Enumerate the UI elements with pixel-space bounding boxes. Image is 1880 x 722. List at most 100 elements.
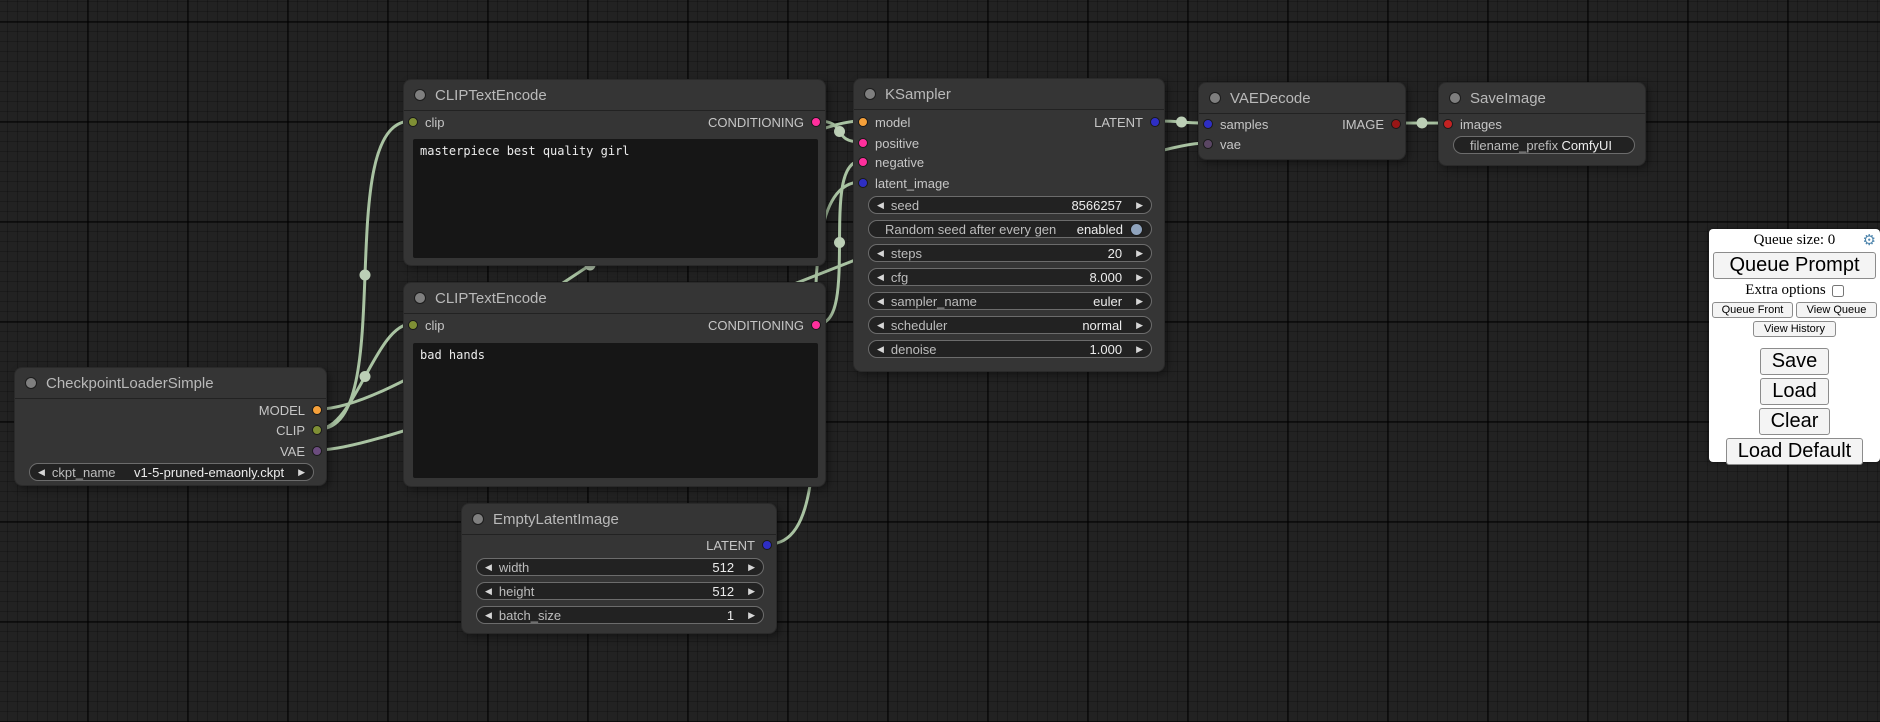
- arrow-left-icon[interactable]: ◀: [485, 587, 492, 596]
- filename-prefix-widget[interactable]: filename_prefix ComfyUI: [1453, 136, 1635, 154]
- negative-prompt-textarea[interactable]: bad hands: [413, 343, 818, 478]
- queue-prompt-button[interactable]: Queue Prompt: [1713, 252, 1876, 279]
- scheduler-widget[interactable]: ◀ scheduler normal ▶: [868, 316, 1152, 334]
- arrow-left-icon[interactable]: ◀: [877, 297, 884, 306]
- arrow-left-icon[interactable]: ◀: [877, 321, 884, 330]
- negative-input-dot[interactable]: [858, 157, 868, 167]
- input-slot-clip[interactable]: clip: [408, 115, 445, 129]
- load-button[interactable]: Load: [1760, 378, 1829, 405]
- denoise-widget[interactable]: ◀ denoise 1.000 ▶: [868, 340, 1152, 358]
- latent-output-dot[interactable]: [762, 540, 772, 550]
- node-titlebar[interactable]: SaveImage: [1439, 83, 1645, 114]
- input-slot-latent-image[interactable]: latent_image: [858, 176, 949, 190]
- cfg-widget[interactable]: ◀ cfg 8.000 ▶: [868, 268, 1152, 286]
- arrow-right-icon[interactable]: ▶: [1136, 249, 1143, 258]
- input-slot-model[interactable]: model: [858, 115, 910, 129]
- arrow-left-icon[interactable]: ◀: [485, 563, 492, 572]
- collapse-dot-icon[interactable]: [414, 292, 426, 304]
- node-titlebar[interactable]: CheckpointLoaderSimple: [15, 368, 326, 399]
- arrow-right-icon[interactable]: ▶: [748, 563, 755, 572]
- arrow-left-icon[interactable]: ◀: [877, 273, 884, 282]
- output-slot-latent[interactable]: LATENT: [706, 538, 772, 552]
- batch-size-widget[interactable]: ◀ batch_size 1 ▶: [476, 606, 764, 624]
- view-queue-button[interactable]: View Queue: [1796, 302, 1877, 318]
- collapse-dot-icon[interactable]: [472, 513, 484, 525]
- vae-output-dot[interactable]: [312, 446, 322, 456]
- node-saveimage[interactable]: SaveImage images filename_prefix ComfyUI: [1438, 82, 1646, 166]
- latent-image-input-dot[interactable]: [858, 178, 868, 188]
- clear-button[interactable]: Clear: [1759, 408, 1831, 435]
- output-slot-conditioning[interactable]: CONDITIONING: [708, 115, 821, 129]
- latent-output-dot[interactable]: [1150, 117, 1160, 127]
- output-slot-image[interactable]: IMAGE: [1342, 117, 1401, 131]
- clip-input-dot[interactable]: [408, 117, 418, 127]
- width-widget[interactable]: ◀ width 512 ▶: [476, 558, 764, 576]
- collapse-dot-icon[interactable]: [1209, 92, 1221, 104]
- images-input-dot[interactable]: [1443, 119, 1453, 129]
- arrow-left-icon[interactable]: ◀: [38, 468, 45, 477]
- extra-options-checkbox[interactable]: [1832, 285, 1844, 297]
- collapse-dot-icon[interactable]: [1449, 92, 1461, 104]
- settings-gear-icon[interactable]: ⚙: [1863, 231, 1876, 250]
- arrow-right-icon[interactable]: ▶: [748, 611, 755, 620]
- view-history-button[interactable]: View History: [1753, 321, 1836, 337]
- vae-input-dot[interactable]: [1203, 139, 1213, 149]
- arrow-right-icon[interactable]: ▶: [298, 468, 305, 477]
- arrow-right-icon[interactable]: ▶: [1136, 273, 1143, 282]
- ckpt-name-widget[interactable]: ◀ ckpt_name v1-5-pruned-emaonly.ckpt ▶: [29, 463, 314, 481]
- conditioning-output-dot[interactable]: [811, 320, 821, 330]
- steps-widget[interactable]: ◀ steps 20 ▶: [868, 244, 1152, 262]
- node-titlebar[interactable]: EmptyLatentImage: [462, 504, 776, 535]
- input-slot-negative[interactable]: negative: [858, 155, 924, 169]
- conditioning-output-dot[interactable]: [811, 117, 821, 127]
- node-titlebar[interactable]: VAEDecode: [1199, 83, 1405, 114]
- collapse-dot-icon[interactable]: [864, 88, 876, 100]
- model-input-dot[interactable]: [858, 117, 868, 127]
- output-slot-conditioning[interactable]: CONDITIONING: [708, 318, 821, 332]
- queue-front-button[interactable]: Queue Front: [1712, 302, 1793, 318]
- node-checkpointloadersimple[interactable]: CheckpointLoaderSimple MODEL CLIP VAE ◀ …: [14, 367, 327, 486]
- height-widget[interactable]: ◀ height 512 ▶: [476, 582, 764, 600]
- arrow-right-icon[interactable]: ▶: [1136, 345, 1143, 354]
- collapse-dot-icon[interactable]: [25, 377, 37, 389]
- output-slot-model[interactable]: MODEL: [259, 403, 322, 417]
- random-seed-toggle[interactable]: Random seed after every gen enabled: [868, 220, 1152, 238]
- model-output-dot[interactable]: [312, 405, 322, 415]
- node-cliptextencode-positive[interactable]: CLIPTextEncode clip CONDITIONING masterp…: [403, 79, 826, 266]
- sampler-name-widget[interactable]: ◀ sampler_name euler ▶: [868, 292, 1152, 310]
- clip-output-dot[interactable]: [312, 425, 322, 435]
- arrow-left-icon[interactable]: ◀: [877, 345, 884, 354]
- image-output-dot[interactable]: [1391, 119, 1401, 129]
- positive-prompt-textarea[interactable]: masterpiece best quality girl: [413, 139, 818, 258]
- load-default-button[interactable]: Load Default: [1726, 438, 1863, 465]
- save-button[interactable]: Save: [1760, 348, 1830, 375]
- input-slot-positive[interactable]: positive: [858, 136, 919, 150]
- clip-input-dot[interactable]: [408, 320, 418, 330]
- node-vaedecode[interactable]: VAEDecode samples vae IMAGE: [1198, 82, 1406, 160]
- node-titlebar[interactable]: CLIPTextEncode: [404, 80, 825, 111]
- arrow-right-icon[interactable]: ▶: [1136, 201, 1143, 210]
- input-slot-vae[interactable]: vae: [1203, 137, 1241, 151]
- arrow-left-icon[interactable]: ◀: [877, 249, 884, 258]
- samples-input-dot[interactable]: [1203, 119, 1213, 129]
- output-slot-vae[interactable]: VAE: [280, 444, 322, 458]
- graph-canvas[interactable]: { "colors": { "link": "#a9c3a2", "link_d…: [0, 0, 1880, 722]
- collapse-dot-icon[interactable]: [414, 89, 426, 101]
- node-titlebar[interactable]: KSampler: [854, 79, 1164, 110]
- input-slot-clip[interactable]: clip: [408, 318, 445, 332]
- arrow-left-icon[interactable]: ◀: [877, 201, 884, 210]
- node-titlebar[interactable]: CLIPTextEncode: [404, 283, 825, 314]
- arrow-right-icon[interactable]: ▶: [1136, 297, 1143, 306]
- output-slot-clip[interactable]: CLIP: [276, 423, 322, 437]
- node-cliptextencode-negative[interactable]: CLIPTextEncode clip CONDITIONING bad han…: [403, 282, 826, 487]
- toggle-dot-icon[interactable]: [1130, 223, 1143, 236]
- input-slot-samples[interactable]: samples: [1203, 117, 1268, 131]
- node-ksampler[interactable]: KSampler model positive negative latent_…: [853, 78, 1165, 372]
- arrow-right-icon[interactable]: ▶: [748, 587, 755, 596]
- seed-widget[interactable]: ◀ seed 8566257 ▶: [868, 196, 1152, 214]
- arrow-left-icon[interactable]: ◀: [485, 611, 492, 620]
- input-slot-images[interactable]: images: [1443, 117, 1502, 131]
- node-emptylatentimage[interactable]: EmptyLatentImage LATENT ◀ width 512 ▶ ◀ …: [461, 503, 777, 634]
- arrow-right-icon[interactable]: ▶: [1136, 321, 1143, 330]
- output-slot-latent[interactable]: LATENT: [1094, 115, 1160, 129]
